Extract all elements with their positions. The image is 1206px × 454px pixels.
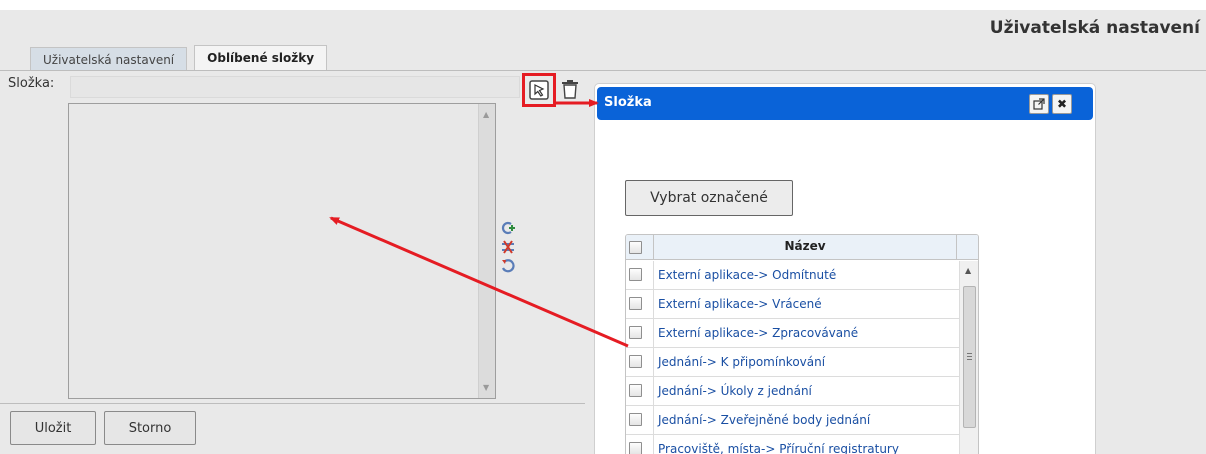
row-checkbox[interactable] [629,442,642,454]
row-name[interactable]: Externí aplikace-> Vrácené [658,297,822,311]
grid-header: Název [626,235,978,260]
column-divider [653,319,654,348]
column-divider [653,261,654,290]
side-toolbar [500,220,516,274]
column-header-name[interactable]: Název [654,239,956,253]
grip-icon [967,353,972,362]
grid-scrollbar[interactable]: ▲ [959,261,978,454]
scroll-up-icon[interactable]: ▲ [483,110,489,119]
tab-divider [0,70,1206,71]
column-divider [653,290,654,319]
row-checkbox[interactable] [629,384,642,397]
row-checkbox[interactable] [629,297,642,310]
row-name[interactable]: Pracoviště, místa-> Příruční registratur… [658,442,899,454]
row-name[interactable]: Externí aplikace-> Zpracovávané [658,326,858,340]
table-row[interactable]: Jednání-> Zveřejněné body jednání [626,406,959,435]
column-divider [956,235,957,260]
folder-grid: Název Externí aplikace-> Odmítnuté Exter… [625,234,979,454]
column-divider [653,377,654,406]
column-divider [653,348,654,377]
scrollbar-thumb[interactable] [963,286,976,428]
remove-link-icon[interactable] [500,239,516,255]
dialog-title: Složka [604,95,652,110]
scroll-up-icon[interactable]: ▲ [965,266,971,275]
page-title: Uživatelská nastavení [989,18,1200,38]
row-name[interactable]: Jednání-> Úkoly z jednání [658,384,812,398]
folder-listbox[interactable]: ▲ ▼ [68,103,496,399]
row-name[interactable]: Jednání-> Zveřejněné body jednání [658,413,870,427]
top-band [0,0,1206,10]
select-marked-button[interactable]: Vybrat označené [625,180,793,216]
footer-divider [0,403,585,404]
popout-icon[interactable] [1029,94,1049,114]
table-row[interactable]: Externí aplikace-> Zpracovávané [626,319,959,348]
table-row[interactable]: Externí aplikace-> Vrácené [626,290,959,319]
trash-icon[interactable] [560,78,580,100]
column-divider [653,406,654,435]
tab-user-settings[interactable]: Uživatelská nastavení [30,47,188,71]
row-checkbox[interactable] [629,268,642,281]
add-link-icon[interactable] [500,220,516,236]
row-name[interactable]: Externí aplikace-> Odmítnuté [658,268,836,282]
tab-bar: Uživatelská nastavení Oblíbené složky [30,45,334,71]
folder-field[interactable] [70,76,520,98]
table-row[interactable]: Pracoviště, místa-> Příruční registratur… [626,435,959,454]
table-row[interactable]: Jednání-> K připomínkování [626,348,959,377]
select-folder-icon[interactable] [529,80,549,100]
row-checkbox[interactable] [629,413,642,426]
refresh-icon[interactable] [500,258,516,274]
save-button[interactable]: Uložit [10,411,96,445]
select-all-checkbox[interactable] [629,241,642,254]
tab-favorite-folders[interactable]: Oblíbené složky [194,45,328,71]
table-row[interactable]: Jednání-> Úkoly z jednání [626,377,959,406]
listbox-scrollbar[interactable]: ▲ ▼ [478,104,495,398]
column-divider [653,435,654,454]
cancel-button[interactable]: Storno [104,411,196,445]
row-checkbox[interactable] [629,355,642,368]
row-checkbox[interactable] [629,326,642,339]
table-row[interactable]: Externí aplikace-> Odmítnuté [626,261,959,290]
close-icon[interactable]: ✖ [1052,94,1072,114]
scroll-down-icon[interactable]: ▼ [483,383,489,392]
folder-label: Složka: [8,76,55,91]
row-name[interactable]: Jednání-> K připomínkování [658,355,825,369]
dialog-header[interactable]: Složka ✖ [597,87,1093,120]
